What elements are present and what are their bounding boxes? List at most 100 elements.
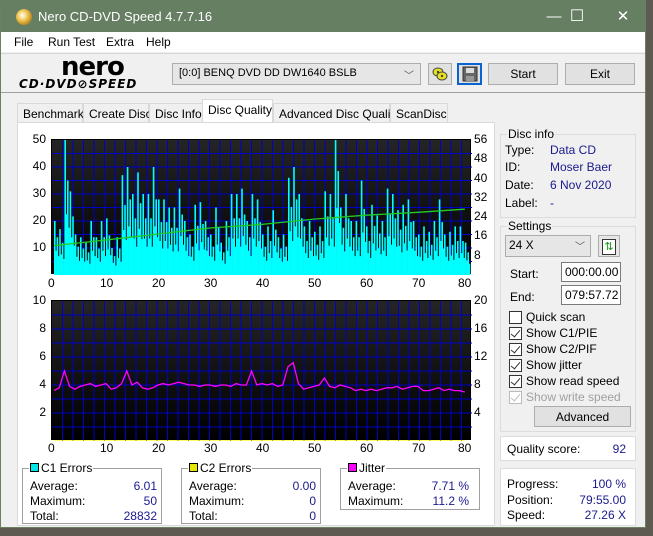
jitter-x-tick: 40	[256, 441, 270, 455]
c1-y-tick-left: 10	[32, 240, 46, 254]
c2-total-label: Total:	[189, 509, 218, 523]
c1-x-tick: 40	[256, 276, 270, 290]
jitter-x-tick: 20	[152, 441, 166, 455]
menu-help[interactable]: Help	[146, 35, 171, 49]
window-title: Nero CD-DVD Speed 4.7.7.16	[38, 9, 213, 24]
c2-average-label: Average:	[189, 479, 237, 493]
disc-info-legend: Disc info	[507, 127, 556, 141]
c1-average-value: 6.01	[133, 479, 157, 493]
refresh-speed-button[interactable]: ⇅	[598, 235, 620, 257]
jitter-maximum-label: Maximum:	[348, 494, 404, 508]
speed-value: 27.26 X	[584, 508, 626, 522]
c1-maximum-label: Maximum:	[30, 494, 86, 508]
maximize-button[interactable]: ☐	[554, 1, 600, 32]
jitter-y-tick-right: 12	[474, 349, 488, 363]
disc-date-label: Date:	[505, 178, 534, 192]
c2-maximum-label: Maximum:	[189, 494, 245, 508]
close-button[interactable]: ✕	[600, 1, 646, 32]
c1-color-swatch	[30, 463, 39, 472]
start-button[interactable]: Start	[488, 63, 558, 85]
nero-app-icon	[16, 9, 32, 25]
start-label: Start:	[510, 267, 539, 281]
c1-y-tick-left: 50	[32, 132, 46, 146]
speed-select[interactable]: 24 X ﹀	[505, 235, 591, 257]
refresh-icon: ⇅	[602, 239, 616, 255]
c1-maximum-value: 50	[143, 494, 157, 508]
end-time-input[interactable]: 079:57.72	[561, 285, 621, 305]
jitter-x-tick: 70	[412, 441, 426, 455]
jitter-y-tick-left: 8	[39, 321, 46, 335]
menu-run-test[interactable]: Run Test	[48, 35, 95, 49]
disc-label-value: -	[550, 196, 554, 210]
quality-score-value: 92	[612, 442, 626, 456]
disc-info-button[interactable]	[428, 63, 452, 85]
position-value: 79:55.00	[579, 493, 626, 507]
save-button[interactable]	[457, 63, 482, 85]
settings-group: Settings 24 X ﹀ ⇅ Start: 000:00.00 End: …	[500, 219, 636, 432]
menu-file[interactable]: File	[14, 35, 33, 49]
advanced-button[interactable]: Advanced	[534, 406, 631, 427]
c1-x-tick: 0	[48, 276, 55, 290]
tab-disc-quality-active[interactable]: Disc Quality	[202, 99, 273, 122]
jitter-average-value: 7.71 %	[431, 479, 469, 493]
c1-total-value: 28832	[123, 509, 157, 523]
title-bar: Nero CD-DVD Speed 4.7.7.16 — ☐ ✕	[1, 1, 645, 32]
tab-advanced-disc-quality[interactable]: Advanced Disc Quality	[273, 103, 400, 123]
c1-y-tick-left: 40	[32, 159, 46, 173]
jitter-y-tick-right: 4	[474, 405, 481, 419]
tab-disc-info[interactable]: Disc Info	[149, 103, 203, 123]
nero-logo: nero CD·DVD⊘SPEED	[15, 52, 165, 93]
c2-maximum-value: 0	[309, 494, 316, 508]
progress-label: Progress:	[507, 477, 559, 491]
c1-x-tick: 80	[458, 276, 472, 290]
c1-x-tick: 30	[204, 276, 218, 290]
tab-scandisc[interactable]: ScanDisc	[390, 103, 448, 123]
drive-select[interactable]: [0:0] BENQ DVD DD DW1640 BSLB ﹀	[172, 63, 421, 85]
quality-score-label: Quality score:	[507, 442, 581, 456]
c1-y-tick-left: 20	[32, 213, 46, 227]
chevron-down-icon: ﹀	[404, 71, 414, 82]
tab-benchmark[interactable]: Benchmark	[17, 103, 84, 123]
c1-x-tick: 70	[412, 276, 426, 290]
c1-y-tick-right: 48	[474, 151, 488, 166]
speed-label: Speed:	[507, 508, 546, 522]
yellow-discs-icon	[432, 67, 448, 81]
right-panel: Disc info Type: Data CD ID: Moser Baer D…	[496, 122, 640, 526]
c1-error-bar	[468, 263, 471, 275]
c1-x-tick: 50	[308, 276, 322, 290]
c1-y-tick-right: 24	[474, 209, 488, 224]
jitter-y-tick-left: 4	[39, 377, 46, 391]
jitter-y-tick-left: 2	[39, 405, 46, 419]
menu-extra[interactable]: Extra	[106, 35, 134, 49]
disc-type-value: Data CD	[550, 143, 597, 157]
jitter-y-tick-right: 20	[474, 293, 488, 307]
c2-errors-group: C2 Errors Average: 0.00 Maximum: 0 Total…	[181, 461, 321, 524]
logo-cd-dvd-speed-text: CD·DVD⊘SPEED	[19, 77, 138, 91]
position-label: Position:	[507, 493, 554, 507]
drive-select-value: [0:0] BENQ DVD DD DW1640 BSLB	[179, 67, 357, 79]
disc-info-group: Disc info Type: Data CD ID: Moser Baer D…	[500, 127, 636, 218]
jitter-y-tick-right: 16	[474, 321, 488, 335]
c1-errors-chart	[51, 139, 472, 275]
jitter-x-tick: 80	[458, 441, 472, 455]
jitter-x-tick: 60	[360, 441, 374, 455]
chevron-down-icon: ﹀	[575, 242, 585, 253]
jitter-y-tick-left: 10	[32, 293, 46, 307]
c2-color-swatch	[189, 463, 198, 472]
progress-value: 100 %	[591, 477, 626, 491]
jitter-maximum-value: 11.2 %	[432, 494, 469, 508]
tab-create-disc[interactable]: Create Disc	[83, 103, 152, 123]
c1-y-tick-right: 8	[474, 247, 481, 262]
exit-button[interactable]: Exit	[565, 63, 635, 85]
c1-y-tick-right: 40	[474, 170, 488, 185]
jitter-line	[53, 361, 465, 393]
jitter-x-tick: 0	[48, 441, 55, 455]
jitter-color-swatch	[348, 463, 357, 472]
floppy-disk-icon	[462, 66, 477, 82]
start-time-input[interactable]: 000:00.00	[561, 262, 621, 282]
disc-quality-page: C1 Errors Average: 6.01 Maximum: 50 Tota…	[17, 122, 495, 526]
jitter-legend: Jitter	[359, 461, 386, 475]
jitter-plot	[52, 301, 472, 441]
disc-date-value: 6 Nov 2020	[550, 178, 612, 192]
jitter-group: Jitter Average: 7.71 % Maximum: 11.2 %	[340, 461, 480, 510]
